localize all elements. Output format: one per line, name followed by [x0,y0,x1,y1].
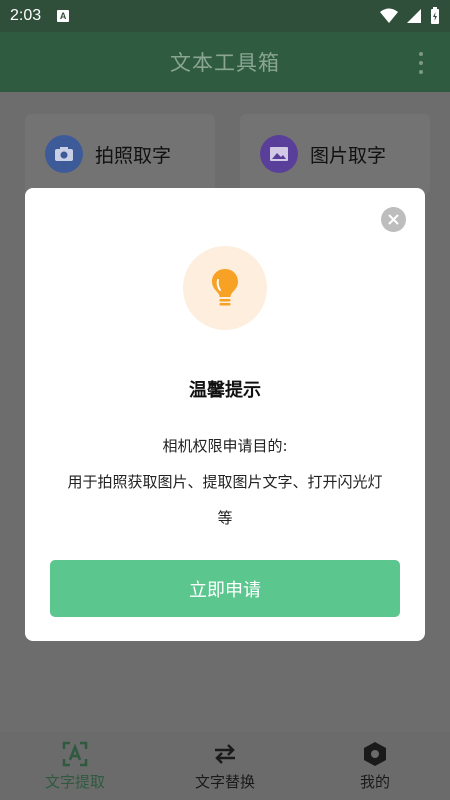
dialog-body-line: 用于拍照获取图片、提取图片文字、打开闪光灯等 [67,473,383,527]
battery-icon [431,7,439,24]
dialog-body: 相机权限申请目的: 用于拍照获取图片、提取图片文字、打开闪光灯等 [65,428,385,536]
nav-label: 文字提取 [44,772,105,791]
more-options-icon[interactable] [418,52,424,74]
status-time: 2:03 [10,7,42,24]
image-icon [260,135,298,173]
close-icon [388,214,399,225]
feature-image-ocr[interactable]: 图片取字 [240,114,430,194]
bulb-badge [183,246,267,330]
status-indicators [380,7,440,25]
app-bar: 文本工具箱 [0,32,450,92]
dialog-title: 温馨提示 [189,380,261,401]
accessibility-badge-icon: A [57,10,70,22]
nav-item-text-replace[interactable]: 文字替换 [150,732,300,800]
nav-item-mine[interactable]: 我的 [300,732,450,800]
nav-label: 文字替换 [194,772,255,791]
feature-label: 图片取字 [310,144,387,167]
permission-dialog: 温馨提示 相机权限申请目的: 用于拍照获取图片、提取图片文字、打开闪光灯等 立即… [25,188,425,641]
hexagon-icon [362,741,388,767]
wifi-icon [380,8,398,23]
lightbulb-icon [212,269,238,306]
swap-icon [212,741,238,767]
camera-icon [45,135,83,173]
text-extract-icon [62,741,88,767]
app-title: 文本工具箱 [170,51,280,75]
apply-now-button[interactable]: 立即申请 [50,560,400,617]
nav-label: 我的 [359,772,390,791]
dialog-body-line: 相机权限申请目的: [162,437,288,455]
status-bar: 2:03 A [0,0,450,32]
close-button[interactable] [381,207,406,232]
bottom-nav: 文字提取 文字替换 我的 [0,732,450,800]
signal-icon [407,9,421,23]
feature-photo-ocr[interactable]: 拍照取字 [25,114,215,194]
feature-label: 拍照取字 [95,144,172,167]
nav-item-text-extract[interactable]: 文字提取 [0,732,150,800]
